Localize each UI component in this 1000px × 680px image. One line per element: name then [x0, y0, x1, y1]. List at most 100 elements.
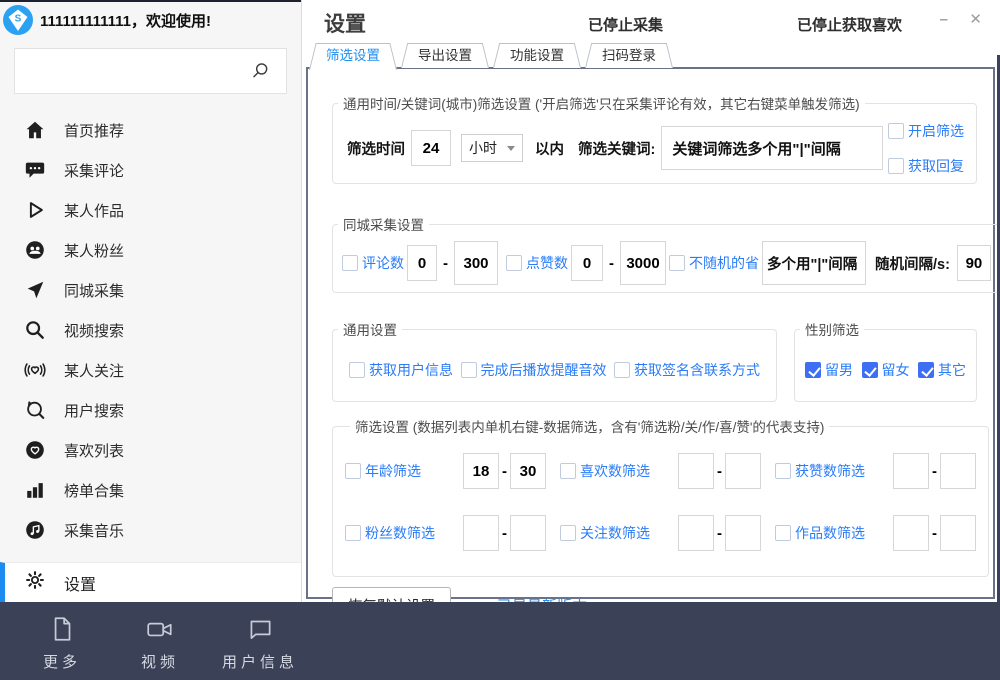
- app-logo-icon: S: [2, 4, 34, 36]
- works-filter-checkbox[interactable]: [775, 525, 791, 541]
- keep-female-option[interactable]: 留女: [862, 360, 910, 380]
- enable-filter-checkbox[interactable]: [888, 123, 904, 139]
- get-user-info-option[interactable]: 获取用户信息: [349, 360, 453, 380]
- age-min-input[interactable]: [463, 453, 499, 489]
- comment-count-checkbox[interactable]: [342, 255, 358, 271]
- non-random-province-option[interactable]: 不随机的省: [669, 253, 759, 273]
- non-random-province-checkbox[interactable]: [669, 255, 685, 271]
- sidebar-item-settings[interactable]: 设置: [0, 562, 301, 602]
- sidebar: S 111111111111，欢迎使用! 首页推荐 采集评论: [0, 0, 302, 602]
- tab-function-settings[interactable]: 功能设置: [493, 43, 581, 68]
- filter-time-input[interactable]: [411, 130, 451, 166]
- bottom-bar: 更多 视频 用户信息: [0, 602, 1000, 680]
- sidebar-item-likes-list[interactable]: 喜欢列表: [0, 430, 301, 470]
- fieldset-legend: 同城采集设置: [338, 214, 429, 234]
- bottombar-item-user-info[interactable]: 用户信息: [222, 614, 298, 672]
- sidebar-item-user-search[interactable]: 用户搜索: [0, 390, 301, 430]
- age-filter-checkbox[interactable]: [345, 463, 361, 479]
- praise-filter-option[interactable]: 获赞数筛选: [775, 461, 893, 481]
- comment-min-input[interactable]: [407, 245, 437, 281]
- collect-status-text: 已停止采集: [588, 14, 663, 35]
- praise-min-input[interactable]: [893, 453, 929, 489]
- sidebar-search-input[interactable]: [14, 48, 287, 94]
- play-sound-checkbox[interactable]: [461, 362, 477, 378]
- sidebar-item-user-works[interactable]: 某人作品: [0, 190, 301, 230]
- like-count-checkbox[interactable]: [506, 255, 522, 271]
- following-filter-option[interactable]: 关注数筛选: [560, 523, 678, 543]
- likes-filter-checkbox[interactable]: [560, 463, 576, 479]
- sidebar-item-video-search[interactable]: 视频搜索: [0, 310, 301, 350]
- sidebar-item-label: 某人关注: [64, 360, 124, 381]
- age-max-input[interactable]: [510, 453, 546, 489]
- sidebar-item-user-fans[interactable]: 某人粉丝: [0, 230, 301, 270]
- get-user-info-checkbox[interactable]: [349, 362, 365, 378]
- data-filter-fieldset: 筛选设置 (数据列表内单机右键-数据筛选，含有'筛选粉/关/作/喜/赞'的代表支…: [332, 416, 989, 577]
- gender-filter-fieldset: 性别筛选 留男 留女 其它: [794, 319, 977, 402]
- works-min-input[interactable]: [893, 515, 929, 551]
- get-replies-option[interactable]: 获取回复: [888, 156, 964, 176]
- comment-max-input[interactable]: [454, 241, 498, 285]
- tab-export-settings[interactable]: 导出设置: [401, 43, 489, 68]
- filter-row-2: 粉丝数筛选 - 关注数筛选 -: [345, 502, 976, 564]
- sidebar-item-comments[interactable]: 采集评论: [0, 150, 301, 190]
- home-icon: [24, 119, 46, 141]
- following-filter-group: 关注数筛选 -: [560, 515, 761, 551]
- like-count-option[interactable]: 点赞数: [506, 253, 568, 273]
- minimize-button[interactable]: –: [940, 10, 948, 30]
- search-icon[interactable]: [250, 61, 270, 81]
- likes-max-input[interactable]: [725, 453, 761, 489]
- praise-filter-checkbox[interactable]: [775, 463, 791, 479]
- user-search-icon: [24, 399, 46, 421]
- following-filter-checkbox[interactable]: [560, 525, 576, 541]
- fans-filter-checkbox[interactable]: [345, 525, 361, 541]
- page-title: 设置: [324, 8, 366, 38]
- fans-max-input[interactable]: [510, 515, 546, 551]
- fans-filter-option[interactable]: 粉丝数筛选: [345, 523, 463, 543]
- sidebar-item-label: 同城采集: [64, 280, 124, 301]
- sidebar-item-user-follow[interactable]: 某人关注: [0, 350, 301, 390]
- likes-status-text: 已停止获取喜欢: [797, 14, 902, 35]
- works-filter-option[interactable]: 作品数筛选: [775, 523, 893, 543]
- play-icon: [24, 199, 46, 221]
- like-min-input[interactable]: [571, 245, 603, 281]
- signature-contact-checkbox[interactable]: [614, 362, 630, 378]
- following-min-input[interactable]: [678, 515, 714, 551]
- keep-other-option[interactable]: 其它: [918, 360, 966, 380]
- sidebar-item-home[interactable]: 首页推荐: [0, 110, 301, 150]
- get-replies-checkbox[interactable]: [888, 158, 904, 174]
- play-sound-option[interactable]: 完成后播放提醒音效: [461, 360, 607, 380]
- keep-female-checkbox[interactable]: [862, 362, 878, 378]
- filter-row-1: 年龄筛选 - 喜欢数筛选 -: [345, 440, 976, 502]
- tab-filter-settings[interactable]: 筛选设置: [309, 43, 397, 68]
- praise-max-input[interactable]: [940, 453, 976, 489]
- like-max-input[interactable]: [620, 241, 666, 285]
- keep-male-checkbox[interactable]: [805, 362, 821, 378]
- sidebar-item-city-collect[interactable]: 同城采集: [0, 270, 301, 310]
- signature-contact-option[interactable]: 获取签名含联系方式: [614, 360, 760, 380]
- likes-filter-option[interactable]: 喜欢数筛选: [560, 461, 678, 481]
- sidebar-item-music-collect[interactable]: 采集音乐: [0, 510, 301, 550]
- age-filter-option[interactable]: 年龄筛选: [345, 461, 463, 481]
- close-button[interactable]: ✕: [969, 10, 982, 30]
- tab-qr-login[interactable]: 扫码登录: [585, 43, 673, 68]
- general-gender-row: 通用设置 获取用户信息 完成后播放提醒音效 获取签名含联系方式: [332, 319, 979, 402]
- chart-icon: [24, 479, 46, 501]
- province-input[interactable]: [762, 241, 866, 285]
- likes-min-input[interactable]: [678, 453, 714, 489]
- fans-min-input[interactable]: [463, 515, 499, 551]
- bottombar-item-video[interactable]: 视频: [124, 614, 196, 672]
- sidebar-item-rank-collection[interactable]: 榜单合集: [0, 470, 301, 510]
- navigation-icon: [24, 279, 46, 301]
- random-interval-input[interactable]: [957, 245, 991, 281]
- works-max-input[interactable]: [940, 515, 976, 551]
- time-unit-select[interactable]: 小时: [461, 134, 523, 162]
- random-interval-label: 随机间隔/s:: [875, 253, 950, 274]
- keyword-input[interactable]: [661, 126, 883, 170]
- keep-other-checkbox[interactable]: [918, 362, 934, 378]
- sidebar-item-label: 视频搜索: [64, 320, 124, 341]
- following-max-input[interactable]: [725, 515, 761, 551]
- keep-male-option[interactable]: 留男: [805, 360, 853, 380]
- comment-count-option[interactable]: 评论数: [342, 253, 404, 273]
- enable-filter-option[interactable]: 开启筛选: [888, 121, 964, 141]
- bottombar-item-more[interactable]: 更多: [26, 614, 98, 672]
